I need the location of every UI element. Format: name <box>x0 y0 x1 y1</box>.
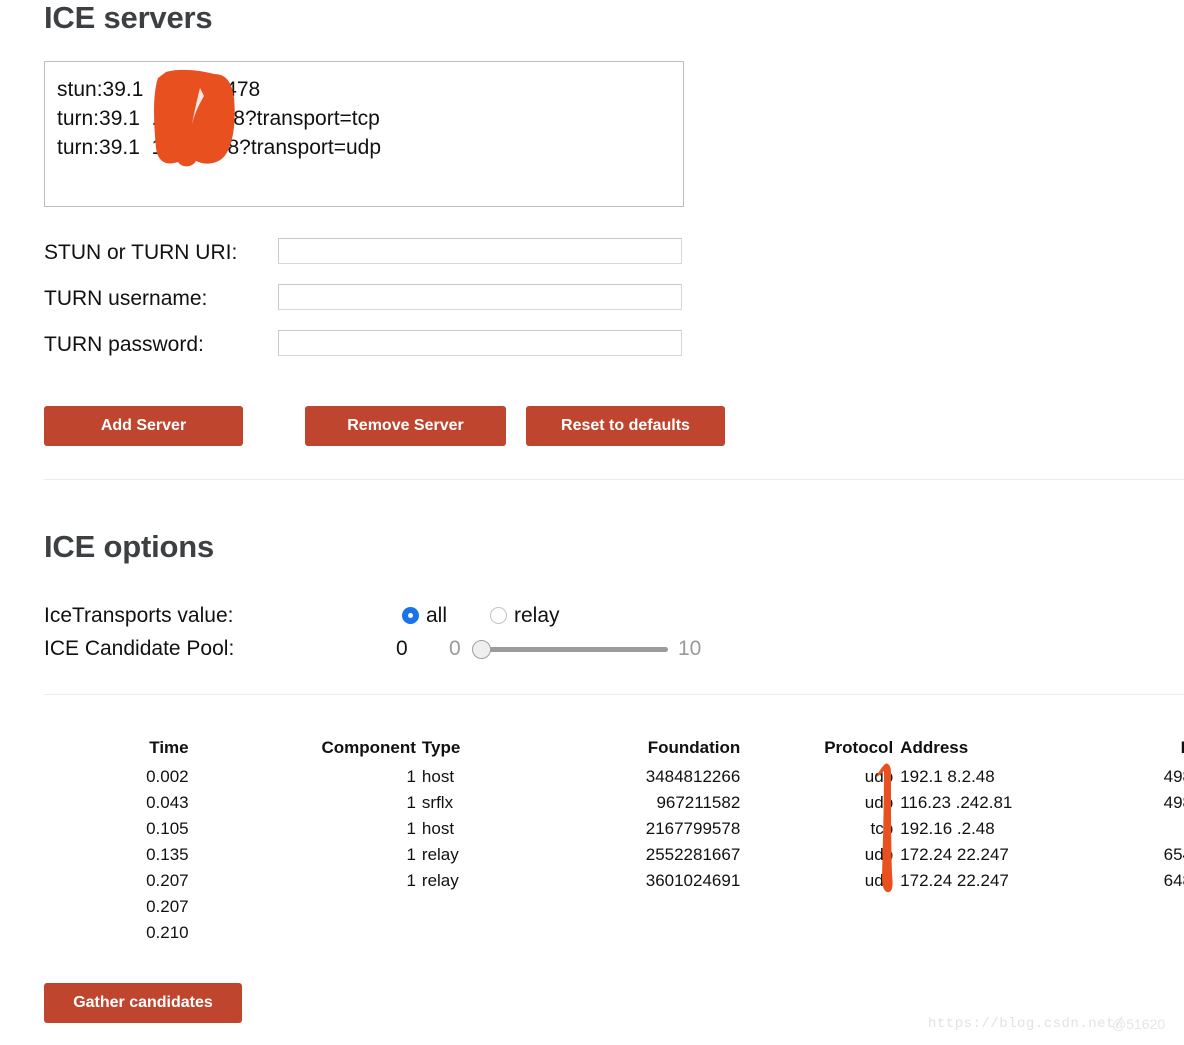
pool-min-label: 0 <box>449 637 461 660</box>
table-header-row: Time Component Type Foundation Protocol … <box>44 738 1184 764</box>
slider-track <box>480 647 668 652</box>
table-row: 0.207 1 relay 3601024691 udp 172.24 22.247 648 <box>44 868 1184 894</box>
column-header-component: Component <box>321 738 416 757</box>
radio-label-relay: relay <box>514 604 560 627</box>
turn-username-label: TURN username: <box>44 287 208 310</box>
watermark-id: @51620 <box>1112 1016 1166 1032</box>
cell-port <box>1016 816 1184 842</box>
column-header-address: Address <box>900 738 969 757</box>
cell-protocol: udp <box>864 767 894 786</box>
cell-foundation: 2167799578 <box>645 819 741 838</box>
cell-component: 1 <box>406 845 416 864</box>
turn-password-input[interactable] <box>278 330 682 356</box>
cell-time: 0.135 <box>146 845 189 864</box>
cell-protocol <box>740 920 893 946</box>
cell-protocol: udp <box>864 793 894 812</box>
turn-username-input[interactable] <box>278 284 682 310</box>
column-header-protocol: Protocol <box>824 738 894 757</box>
cell-component <box>189 920 416 946</box>
cell-port <box>1016 894 1184 920</box>
radio-empty-icon <box>490 607 507 624</box>
cell-time: 0.002 <box>146 767 189 786</box>
cell-time: 0.043 <box>146 793 189 812</box>
table-row: 0.043 1 srflx 967211582 udp 116.23 .242.81 498 <box>44 790 1184 816</box>
slider-thumb[interactable] <box>472 640 491 659</box>
cell-type <box>416 920 476 946</box>
candidates-table: Time Component Type Foundation Protocol … <box>44 738 1184 946</box>
stun-turn-uri-input[interactable] <box>278 238 682 264</box>
radio-filled-icon <box>402 607 419 624</box>
cell-time: 0.210 <box>146 923 189 942</box>
remove-server-button[interactable]: Remove Server <box>305 406 506 446</box>
cell-foundation <box>476 920 740 946</box>
cell-component: 1 <box>406 767 416 786</box>
column-header-type: Type <box>421 738 461 757</box>
cell-address <box>893 894 1016 920</box>
cell-type: relay <box>421 845 459 864</box>
cell-port: 498 <box>1163 793 1184 812</box>
cell-foundation: 3484812266 <box>645 767 741 786</box>
cell-protocol: udp <box>864 845 894 864</box>
cell-time: 0.207 <box>146 897 189 916</box>
cell-type: host <box>421 767 455 786</box>
divider <box>44 694 1184 695</box>
stun-turn-uri-label: STUN or TURN URI: <box>44 241 238 264</box>
radio-label-all: all <box>426 604 448 627</box>
cell-address: 172.24 22.247 <box>900 845 1009 864</box>
add-server-button[interactable]: Add Server <box>44 406 243 446</box>
ice-candidate-pool-label: ICE Candidate Pool: <box>44 637 235 660</box>
divider <box>44 479 1184 480</box>
cell-port: 498 <box>1163 767 1184 786</box>
cell-component: 1 <box>406 793 416 812</box>
table-row: 0.105 1 host 2167799578 tcp 192.16 .2.48 <box>44 816 1184 842</box>
cell-foundation: 967211582 <box>656 793 741 812</box>
candidates-table-body: 0.0021host3484812266udp192.1 8.2.484980.… <box>44 764 1184 946</box>
column-header-port: P <box>1016 738 1184 764</box>
reset-to-defaults-button[interactable]: Reset to defaults <box>526 406 725 446</box>
cell-foundation <box>476 894 740 920</box>
ice-options-heading: ICE options <box>44 529 215 564</box>
cell-foundation: 2552281667 <box>645 845 741 864</box>
table-row: 0.210 <box>44 920 1184 946</box>
trickle-ice-page: ICE servers stun:39.1 5.143:3478 turn:39… <box>0 0 1184 1045</box>
column-header-time: Time <box>149 738 189 757</box>
cell-foundation: 3601024691 <box>645 871 741 890</box>
cell-address <box>893 920 1016 946</box>
table-row: 0.135 1 relay 2552281667 udp 172.24 22.247 654 <box>44 842 1184 868</box>
cell-type: host <box>421 819 455 838</box>
cell-time: 0.207 <box>146 871 189 890</box>
cell-component: 1 <box>406 871 416 890</box>
table-row: 0.002 1 host 3484812266 udp 192.1 8.2.48 498 <box>44 764 1184 790</box>
cell-protocol: udp <box>864 871 894 890</box>
cell-protocol: tcp <box>870 819 894 838</box>
ice-servers-list[interactable]: stun:39.1 5.143:3478 turn:39.1 .143:3478… <box>44 61 684 207</box>
ice-candidate-pool-slider[interactable] <box>472 636 672 662</box>
cell-type <box>416 894 476 920</box>
cell-component <box>189 894 416 920</box>
turn-password-label: TURN password: <box>44 333 204 356</box>
cell-time: 0.105 <box>146 819 189 838</box>
pool-max-label: 10 <box>678 637 702 660</box>
cell-address: 172.24 22.247 <box>900 871 1009 890</box>
cell-type: srflx <box>421 793 454 812</box>
cell-port: 654 <box>1163 845 1184 864</box>
pool-current-value: 0 <box>396 637 408 660</box>
cell-protocol <box>740 894 893 920</box>
cell-address: 192.16 .2.48 <box>900 819 995 838</box>
cell-address: 192.1 8.2.48 <box>900 767 995 786</box>
cell-port: 648 <box>1163 871 1184 890</box>
cell-component: 1 <box>406 819 416 838</box>
table-row: 0.207 <box>44 894 1184 920</box>
ice-servers-heading: ICE servers <box>44 0 213 35</box>
gather-candidates-button[interactable]: Gather candidates <box>44 983 242 1023</box>
ice-transports-label: IceTransports value: <box>44 604 234 627</box>
cell-port <box>1016 920 1184 946</box>
cell-type: relay <box>421 871 459 890</box>
column-header-foundation: Foundation <box>647 738 741 757</box>
cell-address: 116.23 .242.81 <box>900 793 1013 812</box>
